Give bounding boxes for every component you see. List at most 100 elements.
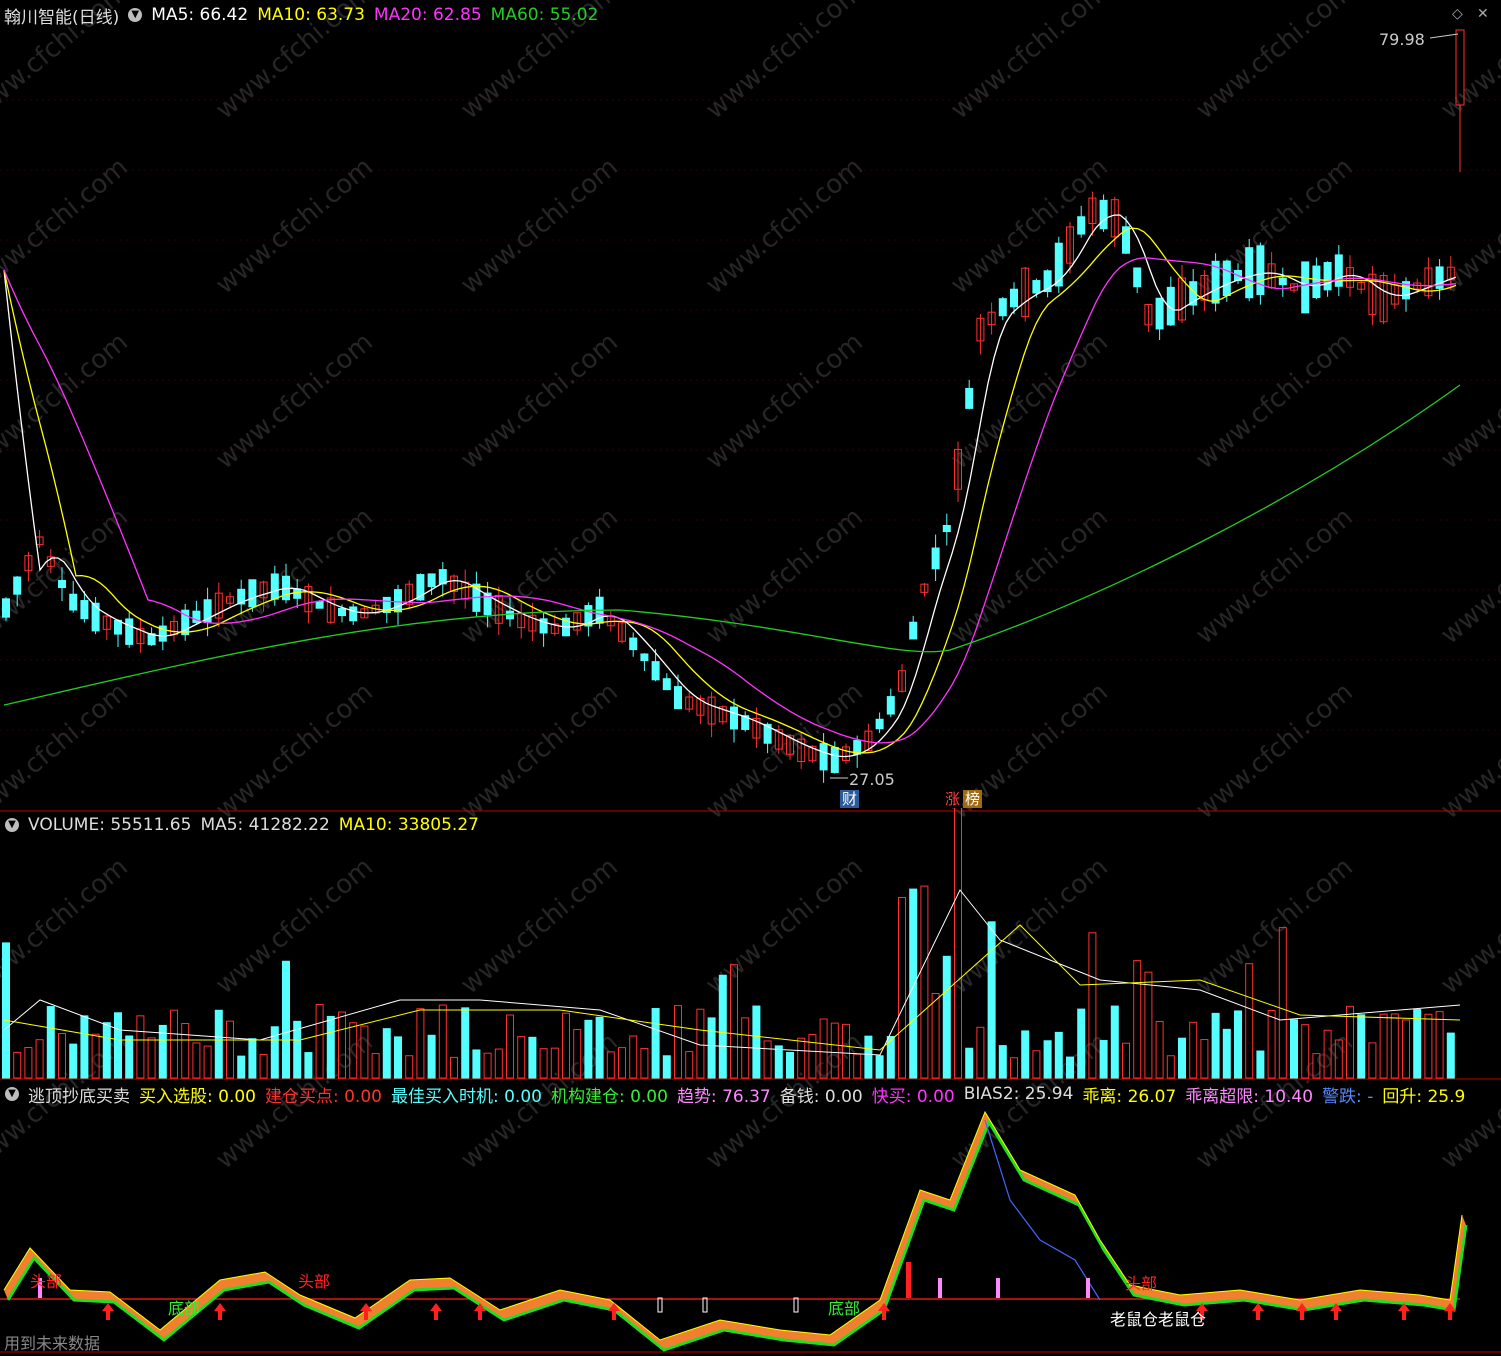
candle-body xyxy=(909,621,918,640)
volume-bar xyxy=(483,1052,492,1079)
stock-chart-canvas[interactable]: www.cfchi.com www.cfchi.com www.cfchi.com w… xyxy=(0,0,1501,1356)
volume-bar xyxy=(1043,1040,1052,1079)
volume-bar xyxy=(248,1038,257,1079)
volume-bar xyxy=(976,1026,985,1079)
volume-bar xyxy=(998,1045,1007,1079)
indicator-menu-icon[interactable]: ▼ xyxy=(5,1087,19,1101)
candle-body xyxy=(730,706,738,730)
indicator-item-5: 备钱: 0.00 xyxy=(779,1086,863,1107)
signal-tick-white xyxy=(657,1297,663,1313)
indicator-item-3: 机构建仓: 0.00 xyxy=(550,1086,668,1107)
watermark-text: www.cfchi.com xyxy=(1190,502,1359,650)
volume-bar xyxy=(24,1046,33,1079)
watermark-text: www.cfchi.com xyxy=(700,0,869,125)
volume-bar xyxy=(528,1036,537,1079)
watermark-text: www.cfchi.com xyxy=(0,852,134,1000)
candle-body xyxy=(998,298,1007,317)
candle-body xyxy=(349,606,358,622)
ma20-value: MA20: 62.85 xyxy=(373,5,482,25)
indicator-item-8: 乖离: 26.07 xyxy=(1082,1086,1177,1107)
candle-body xyxy=(338,607,346,617)
volume-bar xyxy=(539,1048,548,1079)
volume-bar xyxy=(147,1037,156,1079)
limit-up-badge[interactable]: 涨 xyxy=(943,790,963,808)
watermark-text: www.cfchi.com xyxy=(0,152,134,300)
volume-bar xyxy=(1077,1008,1086,1079)
volume-bar xyxy=(1099,1040,1108,1079)
watermark-text: www.cfchi.com xyxy=(1435,852,1501,1000)
volume-bar xyxy=(1234,1010,1242,1079)
volume-ma5-value: MA5: 41282.22 xyxy=(200,815,330,835)
volume-bar xyxy=(1010,1057,1018,1079)
volume-bar xyxy=(629,1035,638,1079)
indicator-item-7: BIAS2: 25.94 xyxy=(963,1084,1074,1104)
rank-badge[interactable]: 榜 xyxy=(963,790,983,808)
volume-bar xyxy=(438,1004,447,1079)
candle-body xyxy=(819,743,828,771)
finance-badge[interactable]: 财 xyxy=(840,790,860,808)
volume-bar xyxy=(942,955,951,1079)
volume-bar xyxy=(965,1047,974,1079)
candle-body xyxy=(1245,247,1254,299)
candle-body xyxy=(13,576,22,595)
stock-title[interactable]: 翰川智能(日线) xyxy=(4,3,119,28)
candle-body xyxy=(2,598,10,618)
indicator-item-9: 乖离超限: 10.40 xyxy=(1185,1086,1314,1107)
volume-bar xyxy=(1278,927,1287,1079)
watermark-text: www.cfchi.com xyxy=(1435,677,1501,825)
candle-body xyxy=(315,600,324,609)
volume-bar xyxy=(1222,1028,1231,1079)
volume-bar xyxy=(371,1053,380,1079)
volume-bar xyxy=(427,1034,436,1079)
indicator-item-11: 回升: 25.9 xyxy=(1382,1086,1466,1107)
volume-bar xyxy=(35,1039,44,1079)
volume-bar xyxy=(696,1008,705,1079)
signal-tick-white xyxy=(793,1297,799,1313)
indicator-name[interactable]: 逃顶抄底买卖 xyxy=(28,1082,130,1107)
volume-bar xyxy=(259,1053,268,1079)
volume-bar xyxy=(651,1008,660,1079)
ma5-value: MA5: 66.42 xyxy=(151,5,249,25)
watermark-text: www.cfchi.com xyxy=(700,152,869,300)
watermark-text: www.cfchi.com xyxy=(1435,152,1501,300)
volume-bar xyxy=(304,1052,313,1079)
candle-body xyxy=(1077,216,1086,235)
watermark-text: www.cfchi.com xyxy=(1190,852,1359,1000)
volume-bar xyxy=(214,1009,223,1079)
panel-menu-icon[interactable]: ▼ xyxy=(128,8,143,22)
ma10-line xyxy=(3,227,1457,754)
watermark-text: www.cfchi.com xyxy=(0,502,134,650)
candle-body xyxy=(1032,280,1041,294)
watermark-text: www.cfchi.com xyxy=(700,327,869,475)
volume-bar xyxy=(707,1017,716,1079)
volume-bar xyxy=(136,1015,145,1079)
ma10-value: MA10: 63.73 xyxy=(257,5,365,25)
watermark-text: www.cfchi.com xyxy=(1190,0,1359,125)
diamond-icon[interactable]: ◇ xyxy=(1452,6,1463,22)
top-signal-3: 头部 xyxy=(1125,1274,1158,1293)
volume-bar xyxy=(864,1035,873,1079)
volume-bar xyxy=(282,960,290,1079)
volume-bar xyxy=(987,921,996,1079)
volume-bar xyxy=(181,1022,190,1079)
candle-body xyxy=(942,525,951,533)
volume-bar xyxy=(1413,1009,1422,1079)
candle-body xyxy=(270,573,279,600)
volume-bar xyxy=(1178,1037,1186,1079)
buy-arrow xyxy=(214,1303,226,1320)
volume-bar xyxy=(763,1040,772,1079)
close-icon[interactable]: ✕ xyxy=(1477,6,1489,22)
volume-bar xyxy=(170,1009,178,1079)
candle-body xyxy=(1054,242,1063,287)
volume-bar xyxy=(80,1015,89,1079)
volume-bar xyxy=(226,1020,234,1079)
volume-value: VOLUME: 55511.65 xyxy=(28,815,192,835)
volume-bar xyxy=(1446,1032,1455,1079)
volume-bar xyxy=(1245,963,1254,1079)
candle-body xyxy=(1133,267,1142,288)
volume-bar xyxy=(1379,1013,1388,1079)
volume-menu-icon[interactable]: ▼ xyxy=(5,818,19,832)
volume-bar xyxy=(786,1051,794,1079)
volume-bar xyxy=(1144,971,1153,1079)
rat-position-label: 老鼠仓 xyxy=(1110,1310,1159,1329)
